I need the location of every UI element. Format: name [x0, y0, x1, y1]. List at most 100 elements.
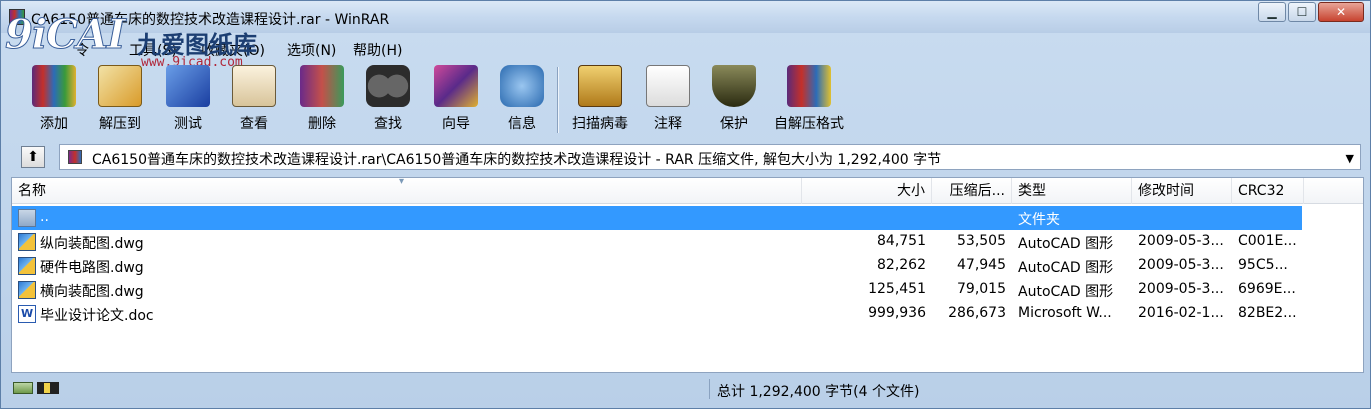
toolbar: 添加 解压到 测试 查看 删除 查找 向导 信息 扫描病毒 注释 保护 自解压格…: [1, 61, 1370, 139]
list-row[interactable]: 纵向装配图.dwg 84,751 53,505 AutoCAD 图形 2009-…: [12, 230, 1363, 254]
file-modified: 2009-05-3...: [1138, 281, 1224, 297]
window-controls: ▁ ☐ ✕: [1256, 2, 1364, 22]
file-packed: 286,673: [948, 305, 1006, 321]
extract-to-icon: [98, 65, 142, 107]
file-size: 125,451: [868, 281, 926, 297]
file-size: 999,936: [868, 305, 926, 321]
path-field[interactable]: CA6150普通车床的数控技术改造课程设计.rar\CA6150普通车床的数控技…: [59, 144, 1361, 170]
file-type: AutoCAD 图形: [1018, 236, 1114, 252]
test-button[interactable]: 测试: [155, 65, 221, 135]
file-type: 文件夹: [1018, 212, 1060, 228]
up-folder-button[interactable]: ⬆: [21, 146, 45, 168]
virus-scan-label: 扫描病毒: [572, 116, 628, 132]
column-header-crc[interactable]: CRC32: [1232, 178, 1304, 204]
find-label: 查找: [374, 116, 402, 132]
file-size: 84,751: [877, 233, 926, 249]
view-label: 查看: [240, 116, 268, 132]
find-icon: [366, 65, 410, 107]
list-row[interactable]: 硬件电路图.dwg 82,262 47,945 AutoCAD 图形 2009-…: [12, 254, 1363, 278]
word-doc-icon: [18, 305, 36, 323]
test-icon: [166, 65, 210, 107]
protect-label: 保护: [720, 116, 748, 132]
add-archive-icon: [32, 65, 76, 107]
file-crc: 82BE2...: [1238, 305, 1297, 321]
watermark-logo-mark: 9iCAI: [5, 11, 127, 59]
maximize-button[interactable]: ☐: [1288, 2, 1316, 22]
sfx-icon: [787, 65, 831, 107]
delete-button[interactable]: 删除: [289, 65, 355, 135]
info-button[interactable]: 信息: [489, 65, 555, 135]
extract-to-button[interactable]: 解压到: [87, 65, 153, 135]
status-divider: [709, 379, 710, 399]
file-size: 82,262: [877, 257, 926, 273]
column-header-type[interactable]: 类型: [1012, 178, 1132, 204]
status-total: 总计 1,292,400 字节(4 个文件): [717, 384, 920, 400]
virus-scan-button[interactable]: 扫描病毒: [567, 65, 633, 135]
file-modified: 2009-05-3...: [1138, 233, 1224, 249]
protect-button[interactable]: 保护: [701, 65, 767, 135]
wizard-button[interactable]: 向导: [423, 65, 489, 135]
file-type: AutoCAD 图形: [1018, 260, 1114, 276]
list-header: ▾ 名称 大小 压缩后... 类型 修改时间 CRC32: [12, 176, 1363, 204]
chevron-down-icon[interactable]: ▼: [1346, 152, 1354, 165]
list-row-parent[interactable]: .. 文件夹: [12, 206, 1363, 230]
column-header-modified[interactable]: 修改时间: [1132, 178, 1232, 204]
sfx-button[interactable]: 自解压格式: [767, 65, 851, 135]
winrar-window: CA6150普通车床的数控技术改造课程设计.rar - WinRAR ▁ ☐ ✕…: [0, 0, 1371, 409]
file-packed: 47,945: [957, 257, 1006, 273]
comment-button[interactable]: 注释: [635, 65, 701, 135]
minimize-button[interactable]: ▁: [1258, 2, 1286, 22]
file-name: 硬件电路图.dwg: [40, 260, 144, 276]
path-bar: ⬆ CA6150普通车床的数控技术改造课程设计.rar\CA6150普通车床的数…: [7, 141, 1365, 173]
file-name: 纵向装配图.dwg: [40, 236, 144, 252]
column-header-name[interactable]: 名称: [12, 178, 802, 204]
folder-up-icon: [18, 209, 36, 227]
delete-icon: [300, 65, 344, 107]
column-header-size[interactable]: 大小: [802, 178, 932, 204]
info-icon: [500, 65, 544, 107]
view-button[interactable]: 查看: [221, 65, 287, 135]
virus-scan-icon: [578, 65, 622, 107]
list-row[interactable]: 毕业设计论文.doc 999,936 286,673 Microsoft W..…: [12, 302, 1363, 326]
dwg-file-icon: [18, 281, 36, 299]
protect-icon: [712, 65, 756, 107]
list-row[interactable]: 横向装配图.dwg 125,451 79,015 AutoCAD 图形 2009…: [12, 278, 1363, 302]
wizard-icon: [434, 65, 478, 107]
file-type: AutoCAD 图形: [1018, 284, 1114, 300]
comment-label: 注释: [654, 116, 682, 132]
extract-to-label: 解压到: [99, 116, 141, 132]
file-crc: 95C5...: [1238, 257, 1288, 273]
wizard-label: 向导: [442, 116, 470, 132]
file-crc: 6969E...: [1238, 281, 1296, 297]
dwg-file-icon: [18, 257, 36, 275]
file-modified: 2016-02-1...: [1138, 305, 1224, 321]
sfx-label: 自解压格式: [774, 116, 844, 132]
close-button[interactable]: ✕: [1318, 2, 1364, 22]
file-crc: C001E...: [1238, 233, 1297, 249]
file-packed: 53,505: [957, 233, 1006, 249]
toolbar-separator: [557, 67, 559, 133]
file-list[interactable]: ▾ 名称 大小 压缩后... 类型 修改时间 CRC32 .. 文件夹 纵向装配…: [11, 176, 1364, 373]
menu-help[interactable]: 帮助(H): [353, 40, 402, 60]
archive-icon: [68, 150, 82, 164]
find-button[interactable]: 查找: [355, 65, 421, 135]
file-name: ..: [40, 209, 49, 225]
drive-icon[interactable]: [13, 382, 33, 394]
file-packed: 79,015: [957, 281, 1006, 297]
file-name: 毕业设计论文.doc: [40, 308, 154, 324]
delete-label: 删除: [308, 116, 336, 132]
key-icon[interactable]: [37, 382, 59, 394]
dwg-file-icon: [18, 233, 36, 251]
view-icon: [232, 65, 276, 107]
info-label: 信息: [508, 116, 536, 132]
file-type: Microsoft W...: [1018, 305, 1112, 321]
file-name: 横向装配图.dwg: [40, 284, 144, 300]
test-label: 测试: [174, 116, 202, 132]
add-label: 添加: [40, 116, 68, 132]
status-bar: 总计 1,292,400 字节(4 个文件): [1, 377, 1370, 401]
column-header-packed[interactable]: 压缩后...: [932, 178, 1012, 204]
comment-icon: [646, 65, 690, 107]
path-text: CA6150普通车床的数控技术改造课程设计.rar\CA6150普通车床的数控技…: [92, 152, 942, 168]
file-modified: 2009-05-3...: [1138, 257, 1224, 273]
add-button[interactable]: 添加: [21, 65, 87, 135]
